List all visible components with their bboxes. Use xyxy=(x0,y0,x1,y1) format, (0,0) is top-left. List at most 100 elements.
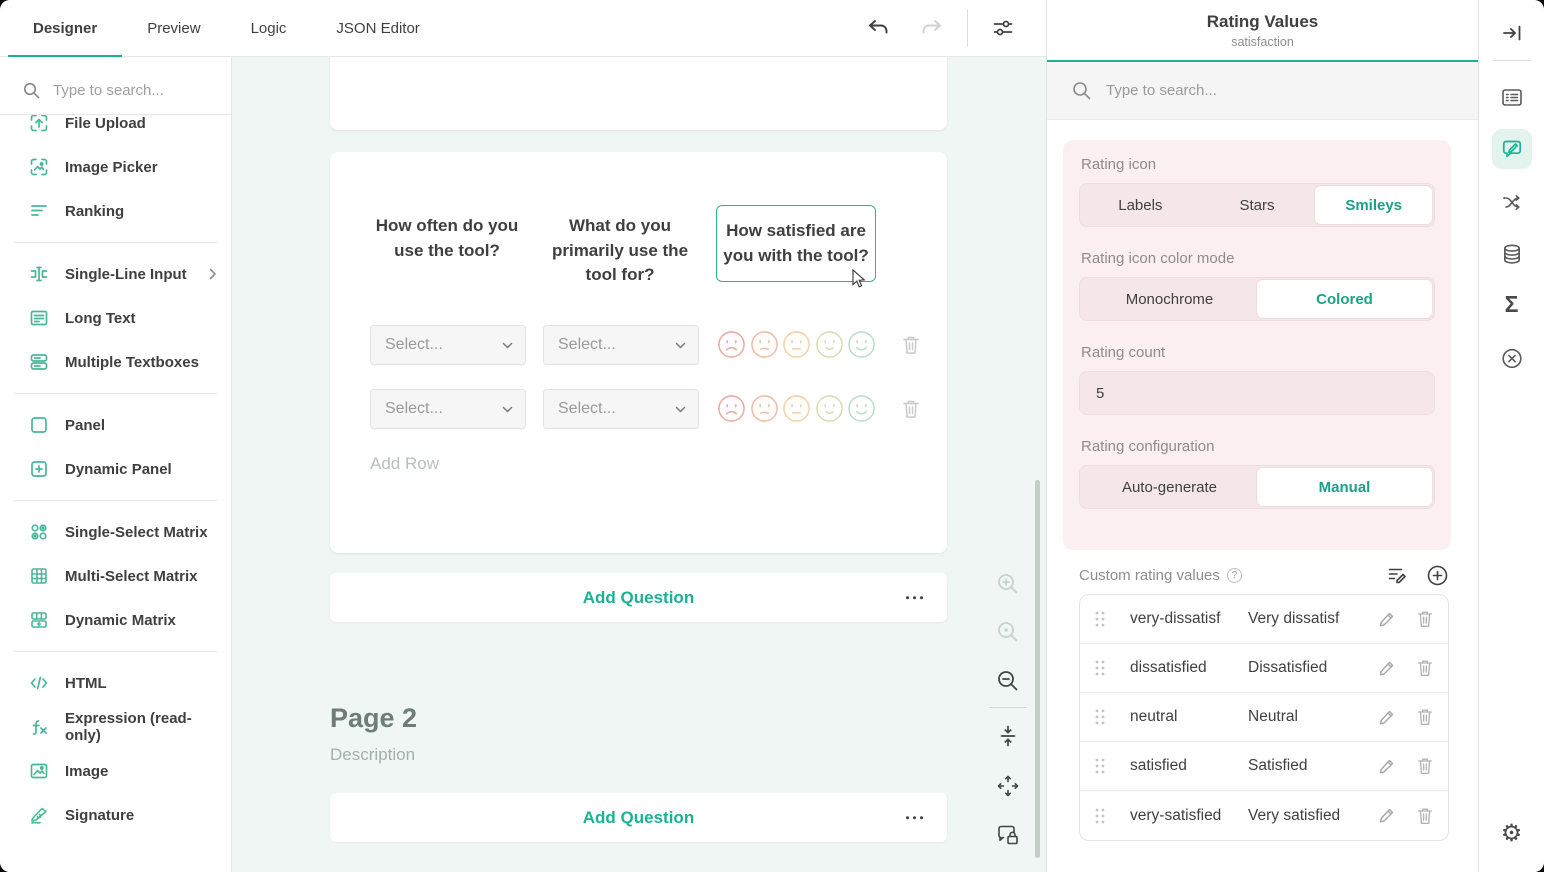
toolbox-item-single-line-input[interactable]: Single-Line Input xyxy=(0,252,231,296)
page-description[interactable]: Description xyxy=(330,745,415,765)
rating-value[interactable]: satisfied xyxy=(1130,757,1248,775)
drag-handle-icon[interactable] xyxy=(1094,659,1106,677)
tab-logic[interactable]: Logic xyxy=(226,0,312,56)
toolbox-item-file-upload[interactable]: File Upload xyxy=(0,115,231,145)
edit-pencil-icon[interactable] xyxy=(1376,658,1397,679)
matrix-select-dropdown[interactable]: Select... xyxy=(370,389,526,429)
rating-icon-option-labels[interactable]: Labels xyxy=(1082,186,1199,224)
rating-text[interactable]: Very satisfied xyxy=(1248,807,1374,825)
toolbox-item-multiple-textboxes[interactable]: Multiple Textboxes xyxy=(0,340,231,384)
circle-cross-icon[interactable] xyxy=(1499,346,1524,371)
zoom-out-icon[interactable] xyxy=(995,668,1021,694)
smiley-neutral-icon[interactable] xyxy=(782,330,811,359)
toolbox-item-single-select-matrix[interactable]: Single-Select Matrix xyxy=(0,510,231,554)
question-type-menu-icon[interactable] xyxy=(902,812,928,824)
property-grid-icon[interactable] xyxy=(1499,85,1524,110)
edit-pencil-icon[interactable] xyxy=(1376,707,1397,728)
add-value-icon[interactable] xyxy=(1426,564,1449,587)
rating-config-option-manual[interactable]: Manual xyxy=(1257,468,1432,506)
delete-row-icon[interactable] xyxy=(900,397,922,421)
zoom-reset-icon[interactable] xyxy=(995,619,1021,645)
collapse-all-icon[interactable] xyxy=(995,723,1021,749)
lock-comment-icon[interactable] xyxy=(995,822,1021,848)
smiley-neutral-icon[interactable] xyxy=(782,394,811,423)
smiley-satisfied-icon[interactable] xyxy=(815,330,844,359)
question-card-above[interactable] xyxy=(330,57,947,130)
rating-value[interactable]: neutral xyxy=(1130,708,1248,726)
drag-handle-icon[interactable] xyxy=(1094,757,1106,775)
gear-icon[interactable] xyxy=(1501,822,1523,846)
toolbox-search[interactable] xyxy=(0,67,231,115)
tab-preview[interactable]: Preview xyxy=(122,0,225,56)
rating-text[interactable]: Dissatisfied xyxy=(1248,659,1374,677)
chevron-right-icon[interactable] xyxy=(209,268,217,280)
matrix-question-card[interactable]: How often do you use the tool? What do y… xyxy=(330,152,947,553)
rating-icon-option-smileys[interactable]: Smileys xyxy=(1315,186,1432,224)
page-title[interactable]: Page 2 xyxy=(330,703,417,734)
toolbox-item-multi-select-matrix[interactable]: Multi-Select Matrix xyxy=(0,554,231,598)
drag-handle-icon[interactable] xyxy=(1094,708,1106,726)
edit-bubble-icon-active[interactable] xyxy=(1492,129,1532,169)
smiley-satisfied-icon[interactable] xyxy=(815,394,844,423)
undo-icon[interactable] xyxy=(851,16,905,40)
zoom-in-icon[interactable] xyxy=(995,571,1021,597)
delete-value-icon[interactable] xyxy=(1415,657,1435,679)
collapse-panel-icon[interactable] xyxy=(1500,21,1524,45)
settings-sliders-icon[interactable] xyxy=(976,15,1030,41)
batch-edit-icon[interactable] xyxy=(1386,564,1409,587)
edit-pencil-icon[interactable] xyxy=(1376,609,1397,630)
smiley-dissatisfied-icon[interactable] xyxy=(750,394,779,423)
smiley-very-satisfied-icon[interactable] xyxy=(847,394,876,423)
toolbox-item-long-text[interactable]: Long Text xyxy=(0,296,231,340)
matrix-column-header-2[interactable]: What do you primarily use the tool for? xyxy=(540,214,700,288)
database-icon[interactable] xyxy=(1499,242,1524,267)
sigma-icon[interactable] xyxy=(1505,293,1519,316)
delete-value-icon[interactable] xyxy=(1415,608,1435,630)
add-question-button[interactable]: Add Question xyxy=(330,793,947,842)
redo-icon[interactable] xyxy=(905,16,959,40)
toolbox-item-ranking[interactable]: Ranking xyxy=(0,189,231,233)
matrix-column-header-1[interactable]: How often do you use the tool? xyxy=(372,214,522,263)
drag-handle-icon[interactable] xyxy=(1094,807,1106,825)
rating-icon-option-stars[interactable]: Stars xyxy=(1199,186,1316,224)
rating-text[interactable]: Neutral xyxy=(1248,708,1374,726)
toolbox-item-dynamic-matrix[interactable]: Dynamic Matrix xyxy=(0,598,231,642)
matrix-select-dropdown[interactable]: Select... xyxy=(543,389,699,429)
edit-pencil-icon[interactable] xyxy=(1376,805,1397,826)
tab-designer[interactable]: Designer xyxy=(8,0,122,56)
delete-value-icon[interactable] xyxy=(1415,755,1435,777)
rating-count-input[interactable] xyxy=(1079,371,1435,415)
smiley-very-dissatisfied-icon[interactable] xyxy=(717,330,746,359)
toolbox-item-dynamic-panel[interactable]: Dynamic Panel xyxy=(0,447,231,491)
toolbox-item-html[interactable]: HTML xyxy=(0,661,231,705)
logic-shuffle-icon[interactable] xyxy=(1499,190,1524,215)
color-mode-option-colored[interactable]: Colored xyxy=(1257,280,1432,318)
delete-value-icon[interactable] xyxy=(1415,706,1435,728)
delete-value-icon[interactable] xyxy=(1415,805,1435,827)
canvas-scrollbar[interactable] xyxy=(1035,480,1040,858)
question-type-menu-icon[interactable] xyxy=(902,592,928,604)
smiley-very-satisfied-icon[interactable] xyxy=(847,330,876,359)
add-row-button[interactable]: Add Row xyxy=(370,454,439,474)
property-search[interactable] xyxy=(1047,62,1478,120)
smiley-dissatisfied-icon[interactable] xyxy=(750,330,779,359)
drag-move-icon[interactable] xyxy=(995,773,1021,799)
delete-row-icon[interactable] xyxy=(900,333,922,357)
drag-handle-icon[interactable] xyxy=(1094,610,1106,628)
rating-value[interactable]: very-satisfied xyxy=(1130,807,1248,825)
rating-value[interactable]: dissatisfied xyxy=(1130,659,1248,677)
rating-value[interactable]: very-dissatisf xyxy=(1130,610,1248,628)
matrix-select-dropdown[interactable]: Select... xyxy=(543,325,699,365)
toolbox-item-expression[interactable]: Expression (read-only) xyxy=(0,705,231,749)
toolbox-item-panel[interactable]: Panel xyxy=(0,403,231,447)
toolbox-item-signature[interactable]: Signature xyxy=(0,793,231,837)
rating-config-option-auto-generate[interactable]: Auto-generate xyxy=(1082,468,1257,506)
smiley-very-dissatisfied-icon[interactable] xyxy=(717,394,746,423)
toolbox-item-image-picker[interactable]: Image Picker xyxy=(0,145,231,189)
help-icon[interactable] xyxy=(1227,568,1242,583)
property-search-input[interactable] xyxy=(1106,82,1386,99)
matrix-select-dropdown[interactable]: Select... xyxy=(370,325,526,365)
add-question-button[interactable]: Add Question xyxy=(330,573,947,622)
tab-json-editor[interactable]: JSON Editor xyxy=(311,0,444,56)
rating-text[interactable]: Very dissatisf xyxy=(1248,610,1374,628)
